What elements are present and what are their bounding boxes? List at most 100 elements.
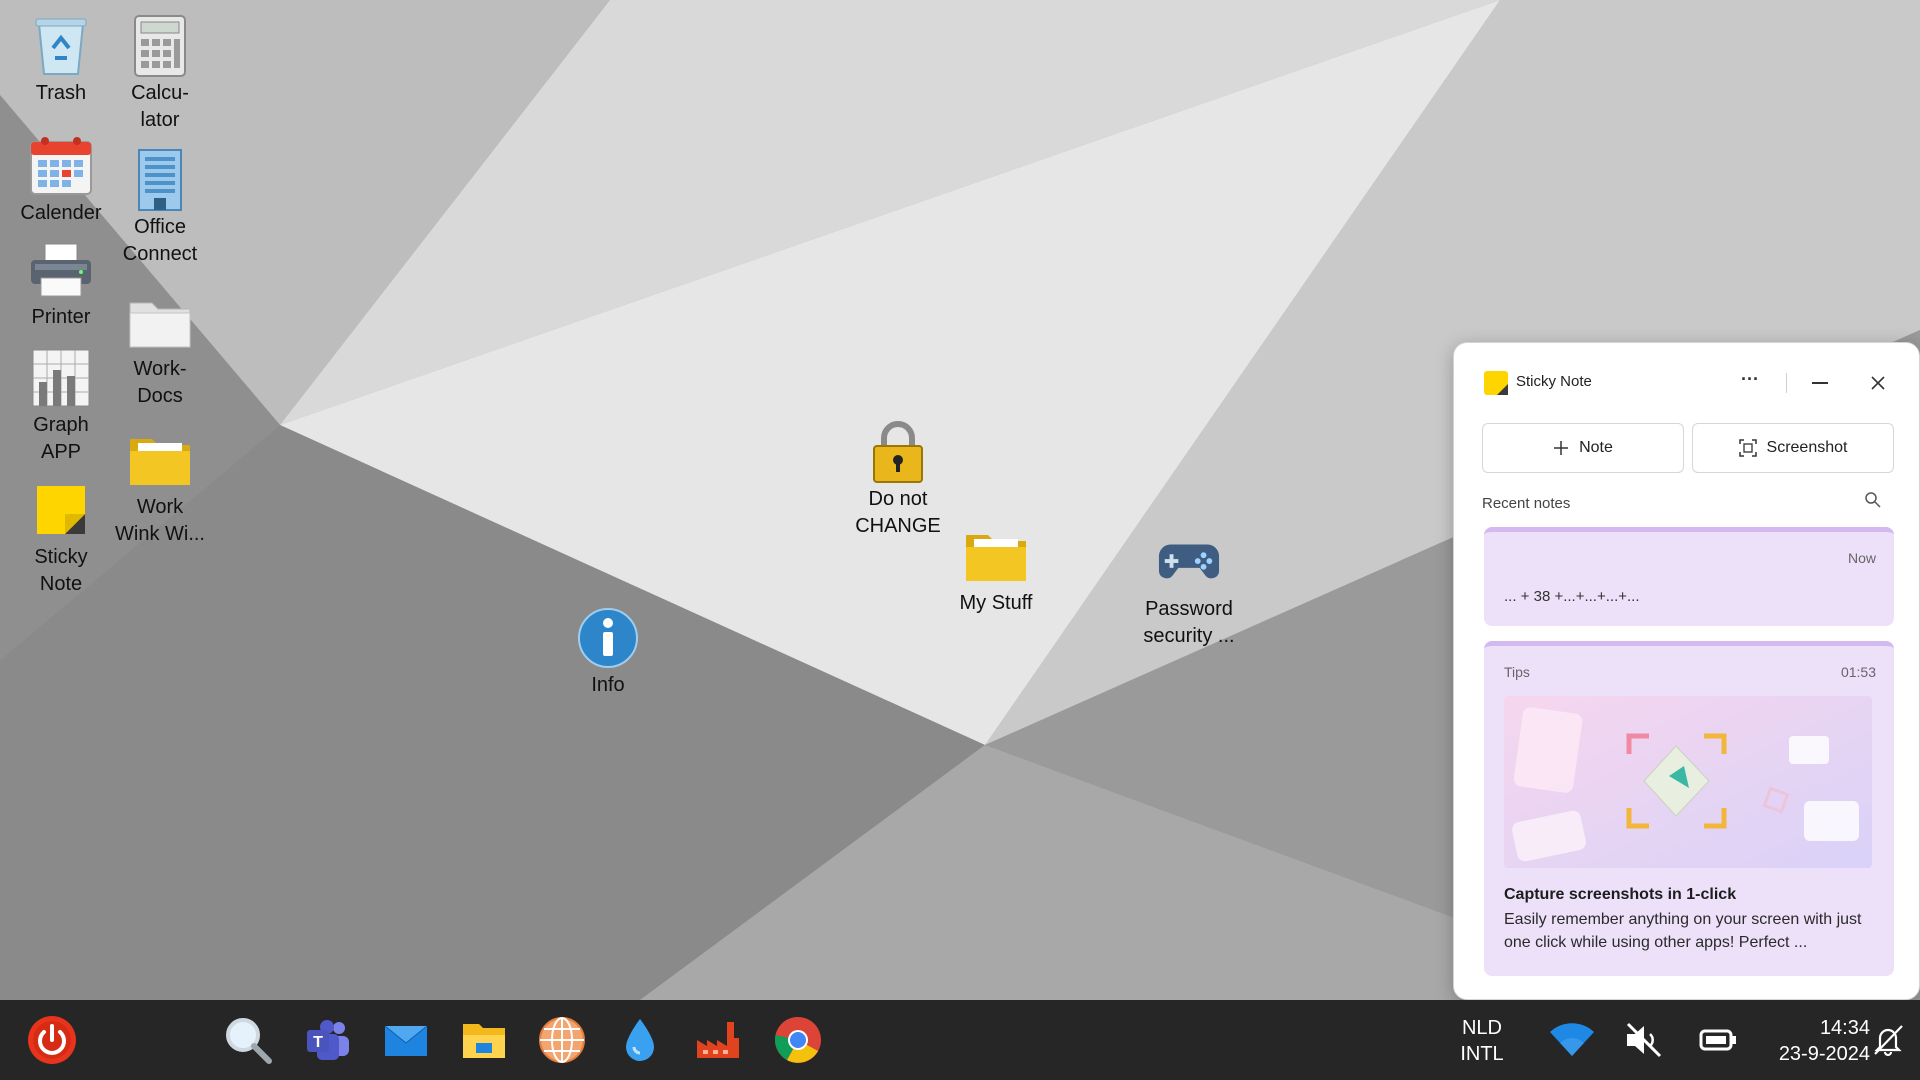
taskbar-file-explorer[interactable]	[456, 1012, 512, 1068]
taskbar-mail[interactable]	[378, 1012, 434, 1068]
taskbar-teams[interactable]: T	[300, 1012, 356, 1068]
taskbar-water-app[interactable]	[612, 1012, 668, 1068]
desktop-icon-office-connect[interactable]: Office Connect	[105, 148, 215, 268]
desktop-icon-label: Sticky Note	[34, 546, 88, 595]
desktop-icon-label: Printer	[31, 306, 91, 328]
graph-icon	[29, 346, 93, 410]
search-icon	[1865, 492, 1881, 508]
new-note-label: Note	[1579, 439, 1613, 456]
svg-text:T: T	[313, 1034, 323, 1051]
screenshot-icon	[1738, 439, 1757, 457]
tips-time: 01:53	[1840, 664, 1876, 680]
minimize-button[interactable]	[1802, 367, 1838, 399]
power-icon	[28, 1016, 76, 1064]
taskbar-factory-app[interactable]	[690, 1012, 746, 1068]
close-button[interactable]	[1860, 367, 1896, 399]
notifications-button[interactable]	[1860, 1012, 1916, 1068]
screenshot-button[interactable]: Screenshot	[1692, 423, 1894, 473]
keyboard-lang: NLD	[1461, 1017, 1502, 1039]
volume-muted-icon	[1626, 1022, 1662, 1058]
folder-icon	[964, 524, 1028, 588]
search-notes-button[interactable]	[1864, 491, 1888, 515]
new-note-button[interactable]: Note	[1482, 423, 1684, 473]
note-time: Now	[1847, 550, 1876, 566]
tips-card[interactable]: Tips 01:53 Capture screenshots in 1-clic…	[1484, 641, 1894, 976]
battery-button[interactable]	[1690, 1012, 1746, 1068]
desktop-icon-work-wink[interactable]: Work Wink Wi...	[105, 428, 215, 548]
padlock-icon	[866, 420, 930, 484]
clock-time: 14:34	[1819, 1017, 1870, 1039]
tips-illustration	[1504, 696, 1872, 868]
desktop-icon-label: Do not CHANGE	[855, 488, 941, 537]
note-preview: ... + 38 +...+...+...+...	[1504, 588, 1640, 605]
desktop-icon-info[interactable]: Info	[553, 606, 663, 699]
taskbar: T NLD INTL 14:34 23-9-2024	[0, 1000, 1920, 1080]
desktop-icon-label: Trash	[35, 82, 87, 104]
title-divider	[1786, 373, 1787, 393]
battery-icon	[1699, 1029, 1736, 1051]
wifi-icon	[1550, 1023, 1594, 1056]
globe-icon	[539, 1017, 585, 1063]
desktop-icon-label: Work- Docs	[133, 358, 187, 407]
desktop-icon-work-docs[interactable]: Work- Docs	[105, 290, 215, 410]
minimize-icon	[1812, 382, 1828, 384]
desktop-icon-trash[interactable]: Trash	[6, 14, 116, 107]
sticky-note-app-icon	[1484, 371, 1508, 395]
note-card[interactable]: Now ... + 38 +...+...+...+...	[1484, 527, 1894, 626]
desktop-icon-label: Work Wink Wi...	[115, 496, 205, 545]
info-icon	[576, 606, 640, 670]
calculator-icon	[128, 14, 192, 78]
panel-title: Sticky Note	[1516, 373, 1592, 390]
gamepad-icon	[1157, 530, 1221, 594]
office-building-icon	[128, 148, 192, 212]
search-icon	[226, 1018, 272, 1064]
keyboard-layout: INTL	[1460, 1043, 1504, 1065]
tips-heading: Capture screenshots in 1-click	[1504, 886, 1737, 903]
desktop-icon-calender[interactable]: Calender	[6, 134, 116, 227]
taskbar-search[interactable]	[220, 1012, 276, 1068]
water-drop-icon	[626, 1019, 654, 1061]
folder-icon	[128, 290, 192, 354]
plus-icon	[1554, 441, 1569, 455]
close-icon	[1871, 376, 1885, 390]
power-button[interactable]	[24, 1012, 80, 1068]
folder-icon	[128, 428, 192, 492]
desktop-icon-label: Office Connect	[122, 216, 198, 265]
mail-icon	[384, 1025, 428, 1056]
desktop-icon-label: My Stuff	[959, 592, 1033, 614]
clock-date: 23-9-2024	[1778, 1043, 1870, 1065]
desktop-icon-my-stuff[interactable]: My Stuff	[941, 524, 1051, 617]
desktop-icon-do-not-change[interactable]: Do not CHANGE	[843, 420, 953, 540]
recent-notes-label: Recent notes	[1482, 495, 1571, 512]
desktop-icon-sticky-note[interactable]: Sticky Note	[6, 478, 116, 598]
notifications-off-icon	[1874, 1025, 1903, 1057]
more-options-button[interactable]: ···	[1732, 369, 1768, 397]
tips-label: Tips	[1504, 664, 1530, 680]
tips-body: Easily remember anything on your screen …	[1504, 911, 1862, 951]
clock[interactable]: 14:34 23-9-2024	[1760, 1015, 1870, 1067]
desktop-icon-label: Calcu- lator	[131, 82, 189, 131]
printer-icon	[29, 238, 93, 302]
desktop-icon-password-security[interactable]: Password security ...	[1134, 530, 1244, 650]
volume-button[interactable]	[1616, 1012, 1672, 1068]
calendar-icon	[29, 134, 93, 198]
screenshot-label: Screenshot	[1766, 439, 1848, 456]
taskbar-chrome[interactable]	[770, 1012, 826, 1068]
factory-icon	[697, 1022, 739, 1058]
file-explorer-icon	[463, 1024, 505, 1058]
sticky-note-icon	[29, 478, 93, 542]
sticky-note-panel: Sticky Note ··· Note Screenshot Recent n…	[1453, 342, 1920, 1000]
desktop-icon-label: Password security ...	[1143, 598, 1235, 647]
desktop-icon-printer[interactable]: Printer	[6, 238, 116, 331]
wifi-button[interactable]	[1544, 1012, 1600, 1068]
desktop-icon-label: Graph APP	[33, 414, 89, 463]
teams-icon: T	[307, 1020, 349, 1060]
chrome-icon	[774, 1016, 821, 1063]
desktop-icon-label: Info	[591, 674, 625, 696]
keyboard-language-indicator[interactable]: NLD INTL	[1452, 1015, 1512, 1067]
recycle-bin-icon	[29, 14, 93, 78]
desktop-icon-graph-app[interactable]: Graph APP	[6, 346, 116, 466]
desktop-icon-calculator[interactable]: Calcu- lator	[105, 14, 215, 134]
desktop-icon-label: Calender	[20, 202, 102, 224]
taskbar-globe-app[interactable]	[534, 1012, 590, 1068]
